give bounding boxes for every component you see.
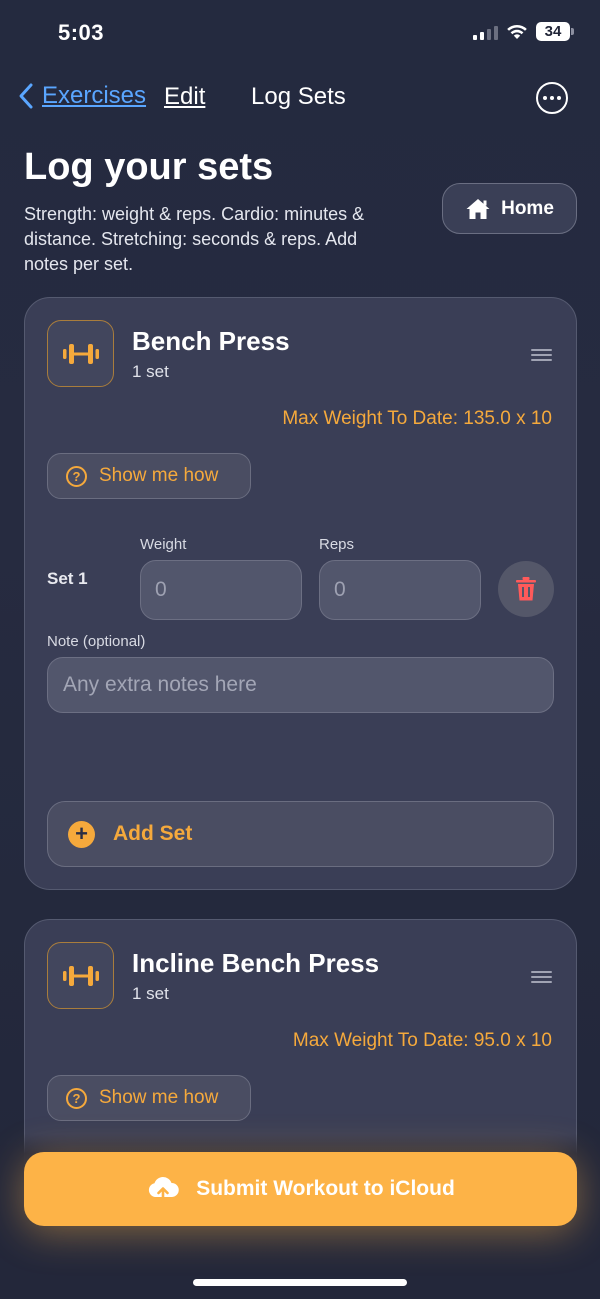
trash-icon xyxy=(516,577,536,601)
page-title: Log your sets xyxy=(24,146,274,188)
exercise-name: Bench Press xyxy=(132,326,290,356)
exercise-set-count: 1 set xyxy=(132,362,169,381)
cellular-signal-icon xyxy=(473,24,498,40)
nav-title: Log Sets xyxy=(251,83,346,110)
exercise-name: Incline Bench Press xyxy=(132,948,380,978)
note-input[interactable] xyxy=(47,657,554,713)
show-me-how-button[interactable]: ? Show me how xyxy=(47,1075,251,1121)
dumbbell-icon xyxy=(62,965,99,986)
drag-handle-icon[interactable] xyxy=(531,349,552,361)
page-subtitle: Strength: weight & reps. Cardio: minutes… xyxy=(24,204,365,274)
delete-set-button[interactable] xyxy=(498,561,554,617)
reps-input[interactable] xyxy=(319,560,481,620)
show-me-how-button[interactable]: ? Show me how xyxy=(47,453,251,499)
wifi-icon xyxy=(507,24,527,39)
exercise-icon xyxy=(47,320,114,387)
note-label: Note (optional) xyxy=(47,633,146,650)
max-weight-text: Max Weight To Date: 95.0 x 10 xyxy=(292,1030,552,1051)
drag-handle-icon[interactable] xyxy=(531,971,552,983)
reps-label: Reps xyxy=(319,536,355,553)
cloud-upload-icon xyxy=(149,1177,179,1203)
log-sets-screen: 5:03 34 Exercises Edit Log Sets Log your… xyxy=(0,0,600,1299)
set-label: Set 1 xyxy=(47,569,88,588)
battery-icon: 34 xyxy=(536,22,574,41)
ellipsis-dot xyxy=(543,96,547,100)
ellipsis-dot xyxy=(557,96,561,100)
back-button[interactable]: Exercises xyxy=(18,82,146,110)
edit-button[interactable]: Edit xyxy=(164,83,205,111)
exercise-card-bench-press: Bench Press 1 set Max Weight To Date: 13… xyxy=(24,297,577,890)
home-indicator[interactable] xyxy=(193,1279,407,1286)
exercise-icon xyxy=(47,942,114,1009)
question-circle-icon: ? xyxy=(66,1087,87,1109)
ellipsis-dot xyxy=(550,96,554,100)
home-button[interactable]: Home xyxy=(442,183,577,234)
plus-circle-icon: + xyxy=(68,820,95,848)
add-set-button[interactable]: + Add Set xyxy=(47,801,554,867)
status-icons: 34 xyxy=(473,22,574,41)
weight-label: Weight xyxy=(140,536,187,553)
show-me-how-label: Show me how xyxy=(99,1087,219,1108)
status-time: 5:03 xyxy=(58,20,105,45)
add-set-label: Add Set xyxy=(113,822,193,845)
question-circle-icon: ? xyxy=(66,465,87,487)
weight-input[interactable] xyxy=(140,560,302,620)
chevron-left-icon xyxy=(19,83,33,109)
house-icon xyxy=(466,198,490,219)
dumbbell-icon xyxy=(62,343,99,364)
home-button-label: Home xyxy=(501,197,554,219)
back-label: Exercises xyxy=(42,82,147,109)
show-me-how-label: Show me how xyxy=(99,465,219,486)
submit-workout-label: Submit Workout to iCloud xyxy=(196,1177,455,1200)
more-options-button[interactable] xyxy=(536,82,568,114)
exercise-set-count: 1 set xyxy=(132,984,169,1003)
submit-workout-button[interactable]: Submit Workout to iCloud xyxy=(24,1152,577,1226)
max-weight-text: Max Weight To Date: 135.0 x 10 xyxy=(282,408,552,429)
